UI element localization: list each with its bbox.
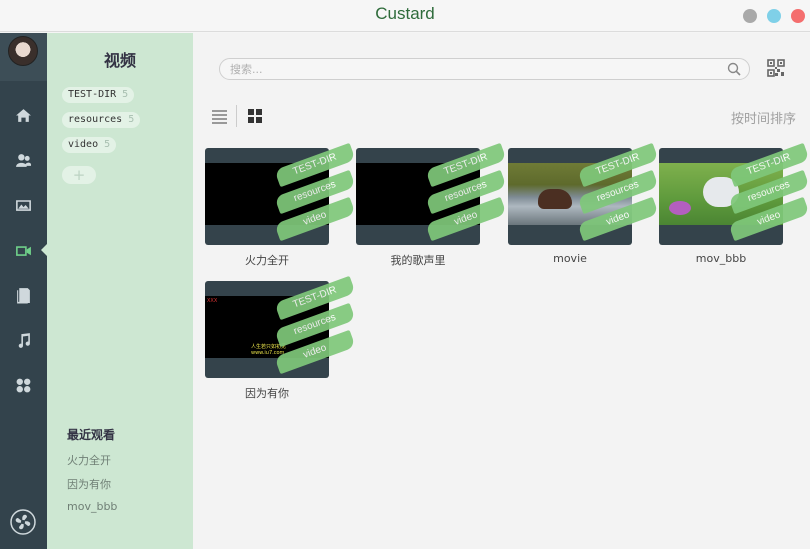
rail-apps[interactable] (0, 367, 47, 403)
rail-documents[interactable] (0, 277, 47, 313)
user-avatar[interactable] (0, 33, 47, 81)
video-card[interactable]: TEST-DIR resources video mov_bbb (659, 142, 810, 265)
panel-heading: 视频 (103, 51, 136, 70)
channel-logo: XXX (207, 298, 218, 304)
minimize-button[interactable] (743, 9, 757, 23)
recent-item[interactable]: 因为有你 (67, 476, 111, 492)
tag-count: 5 (122, 89, 129, 100)
qr-code-icon[interactable] (767, 59, 785, 77)
search-box (219, 58, 750, 80)
recent-title: 最近观看 (67, 428, 116, 442)
video-card[interactable]: TEST-DIR resources video 我的歌声里 (356, 142, 507, 267)
close-button[interactable] (791, 9, 805, 23)
home-icon (16, 108, 31, 122)
tag-label: video (68, 139, 99, 150)
flower-shape (669, 201, 691, 215)
icon-rail (0, 33, 47, 549)
maximize-button[interactable] (767, 9, 781, 23)
video-card[interactable]: TEST-DIR resources video movie (508, 142, 659, 265)
main-content: 按时间排序 TEST-DIR resources video 火力全开 TEST… (193, 33, 810, 549)
grid-view-icon[interactable] (248, 109, 262, 123)
search-icon[interactable] (727, 62, 741, 76)
window-title: Custard (375, 4, 435, 23)
tag-test-dir[interactable]: TEST-DIR 5 (62, 87, 135, 103)
tag-count: 5 (104, 139, 111, 150)
rail-music[interactable] (0, 322, 47, 358)
list-view-icon[interactable] (212, 110, 227, 124)
image-icon (16, 199, 31, 211)
bear-shape (538, 189, 572, 209)
video-card[interactable]: TEST-DIR resources video 火力全开 (205, 142, 356, 267)
video-name: 我的歌声里 (390, 254, 446, 267)
add-tag-button[interactable]: + (62, 166, 96, 184)
title-bar: Custard (0, 0, 810, 32)
video-name: mov_bbb (695, 252, 747, 265)
rail-images[interactable] (0, 187, 47, 223)
tag-label: resources (68, 114, 123, 125)
tag-video[interactable]: video 5 (62, 137, 117, 153)
view-divider (236, 105, 237, 127)
video-name: 火力全开 (245, 254, 289, 267)
apps-icon (16, 378, 31, 392)
sort-by-time-button[interactable]: 按时间排序 (731, 108, 796, 127)
people-icon (16, 153, 32, 167)
fan-icon[interactable] (10, 509, 36, 535)
tag-resources[interactable]: resources 5 (62, 112, 141, 128)
rail-videos[interactable] (0, 232, 47, 268)
document-icon (17, 287, 30, 303)
rail-home[interactable] (0, 97, 47, 133)
video-icon (16, 245, 31, 256)
tag-count: 5 (128, 114, 135, 125)
music-icon (18, 332, 30, 348)
category-panel: 视频 TEST-DIR 5 resources 5 video 5 + 最近观看… (47, 33, 193, 549)
tag-label: TEST-DIR (68, 89, 117, 100)
video-card[interactable]: XXX 人生若只如初见 www.iu7.com TEST-DIR resourc… (205, 275, 356, 400)
video-name: movie (553, 252, 587, 265)
search-input[interactable] (230, 61, 720, 77)
video-name: 因为有你 (245, 387, 289, 400)
recent-item[interactable]: mov_bbb (67, 500, 117, 513)
rail-people[interactable] (0, 142, 47, 178)
recent-item[interactable]: 火力全开 (67, 452, 111, 468)
avatar-image (8, 36, 38, 66)
